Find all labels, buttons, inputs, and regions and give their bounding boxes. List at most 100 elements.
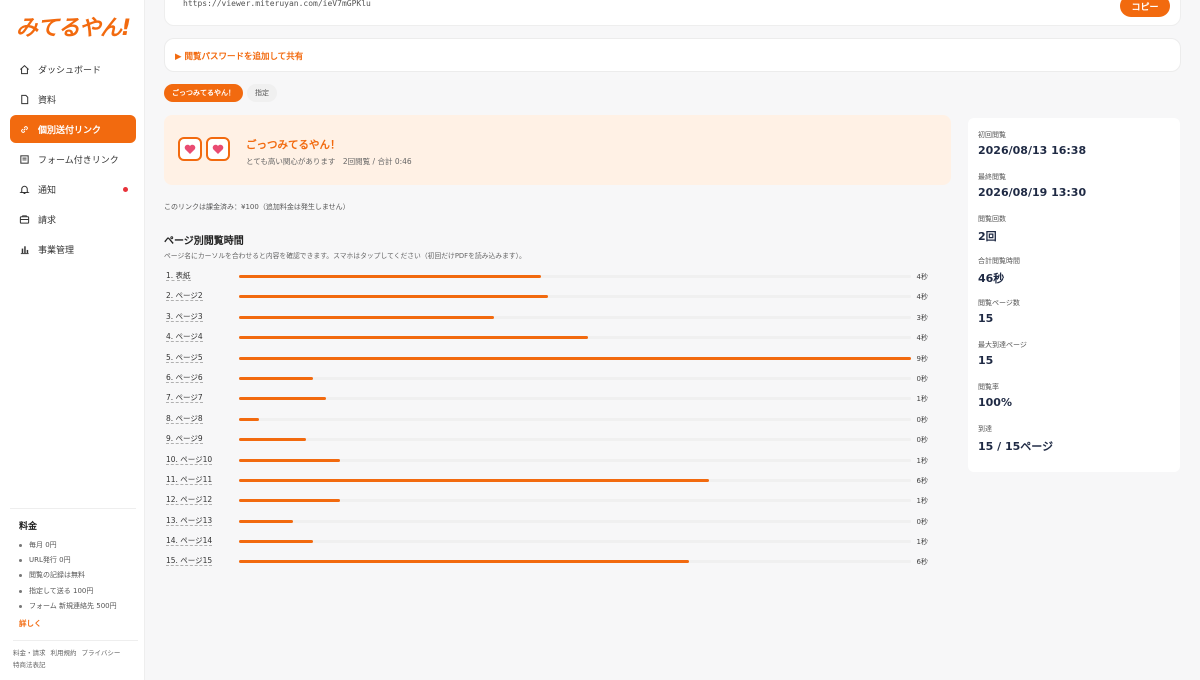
stat-label: 閲覧回数 (978, 215, 1006, 223)
page-time-row: 1. 表紙 4秒 (164, 266, 944, 286)
page-time-row: 4. ページ4 4秒 (164, 327, 944, 347)
page-name-link[interactable]: 14. ページ14 (166, 536, 213, 547)
link-icon (18, 123, 30, 135)
page-time-row: 2. ページ2 4秒 (164, 286, 944, 306)
pricing-panel: 料金 毎月 0円 URL発行 0円 閲覧の記録は無料 指定して送る 100円 フ… (10, 508, 136, 629)
time-bar-track (239, 560, 911, 564)
page-name-link[interactable]: 5. ページ5 (166, 353, 203, 363)
tab-specified[interactable]: 指定 (247, 84, 277, 102)
sidebar-item-5[interactable]: 請求 (10, 205, 136, 233)
time-bar-track (239, 438, 911, 442)
sidebar-item-6[interactable]: 事業管理 (10, 235, 136, 263)
sidebar-item-4[interactable]: 通知 (10, 175, 136, 203)
time-bar-track (239, 499, 911, 503)
time-bar-fill (239, 499, 340, 503)
time-bar-track (239, 540, 911, 544)
time-bar-fill (239, 540, 313, 544)
page-name-link[interactable]: 12. ページ12 (166, 495, 213, 506)
page-time-title: ページ別閲覧時間 (164, 236, 244, 247)
home-icon (18, 63, 30, 75)
page-time-description: ページ名にカーソルを合わせると内容を確認できます。スマホはタップしてください（初… (164, 252, 526, 260)
page-name-link[interactable]: 3. ページ3 (166, 312, 203, 322)
app-logo[interactable]: みてるやん! (16, 10, 131, 42)
stat-item: 合計閲覧時間 46秒 (978, 256, 1020, 286)
time-bar-fill (239, 560, 690, 564)
page-name-link[interactable]: 10. ページ10 (166, 455, 213, 465)
sidebar-item-3[interactable]: フォーム付きリンク (10, 145, 136, 173)
stat-label: 最大到達ページ (978, 341, 1027, 349)
page-time-value: 0秒 (916, 415, 928, 424)
sidebar-item-label: 請求 (38, 215, 57, 226)
time-bar-track (239, 519, 911, 523)
page-time-row: 6. ページ6 0秒 (164, 368, 944, 388)
page-time-value: 4秒 (916, 334, 928, 343)
stat-value: 15 / 15ページ (978, 440, 1054, 453)
stat-item: 最終閲覧 2026/08/19 13:30 (978, 172, 1086, 199)
stat-item: 閲覧ページ数 15 (978, 298, 1020, 325)
document-icon (18, 93, 30, 105)
time-bar-track (239, 376, 911, 380)
footer-link-commerce[interactable]: 特商法表記 (13, 661, 46, 669)
page-time-row: 15. ページ15 6秒 (164, 551, 944, 571)
page-time-value: 0秒 (916, 374, 928, 383)
stat-label: 閲覧率 (978, 383, 999, 391)
page-name-link[interactable]: 9. ページ9 (166, 434, 203, 445)
stat-label: 合計閲覧時間 (978, 257, 1020, 265)
verdict-subtitle: とても高い関心があります 2回閲覧 / 合計 0:46 (246, 157, 412, 166)
page-time-value: 1秒 (916, 456, 928, 465)
sidebar-item-1[interactable]: 資料 (10, 85, 136, 113)
page-time-row: 10. ページ10 1秒 (164, 450, 944, 470)
page-time-value: 1秒 (916, 395, 928, 404)
time-bar-fill (239, 275, 542, 278)
footer-link-privacy[interactable]: プライバシー (82, 649, 121, 657)
pricing-item: フォーム 新規連絡先 500円 (19, 599, 136, 614)
pricing-item: 閲覧の記録は無料 (19, 568, 136, 583)
time-bar-track (239, 275, 911, 278)
time-bar-track (239, 356, 911, 360)
time-bar-track (239, 295, 911, 299)
page-time-list: 1. 表紙 4秒 2. ページ2 4秒 3. ページ3 3秒 4. ページ4 4秒 5. ページ… (164, 266, 944, 572)
footer-link-terms[interactable]: 利用規約 (51, 649, 77, 657)
page-name-link[interactable]: 2. ページ2 (166, 291, 203, 302)
page-time-value: 4秒 (916, 293, 928, 302)
sidebar-nav: ダッシュボード 資料個別送付リンク フォーム付きリンク通知請求事業管理 (10, 55, 136, 265)
page-name-link[interactable]: 6. ページ6 (166, 373, 203, 383)
sidebar-item-0[interactable]: ダッシュボード (10, 55, 136, 83)
stat-label: 最終閲覧 (978, 173, 1006, 181)
page-name-link[interactable]: 8. ページ8 (166, 414, 203, 424)
copy-button[interactable]: コピー (1120, 0, 1170, 17)
share-url[interactable]: https://viewer.miteruyan.com/ieV7mGPKlu (183, 0, 371, 8)
stat-item: 到達 15 / 15ページ (978, 424, 1053, 454)
page-name-link[interactable]: 1. 表紙 (166, 271, 191, 281)
sidebar-item-label: ダッシュボード (38, 65, 102, 76)
page-time-row: 14. ページ14 1秒 (164, 531, 944, 551)
tab-gottsu[interactable]: ごっつみてるやん！ (164, 84, 243, 102)
stat-value: 2026/08/19 13:30 (978, 186, 1087, 199)
password-card[interactable]: ▶ 閲覧パスワードを追加して共有 (164, 38, 1181, 72)
bar-chart-icon (18, 243, 30, 255)
page-time-value: 1秒 (916, 497, 928, 506)
sidebar-item-2[interactable]: 個別送付リンク (10, 115, 136, 143)
time-bar-track (239, 397, 911, 401)
sidebar-item-label: 事業管理 (38, 245, 75, 256)
page-name-link[interactable]: 13. ページ13 (166, 516, 213, 526)
page-name-link[interactable]: 15. ページ15 (166, 556, 213, 567)
page-time-value: 3秒 (916, 313, 928, 322)
time-bar-fill (239, 336, 589, 340)
pricing-details-link[interactable]: 詳しく (19, 618, 136, 629)
sidebar-item-label: 通知 (38, 185, 57, 196)
stat-item: 初回閲覧 2026/08/13 16:38 (978, 130, 1086, 157)
sidebar-item-label: 資料 (38, 95, 57, 106)
time-bar-fill (239, 397, 327, 401)
page-name-link[interactable]: 11. ページ11 (166, 475, 213, 485)
add-password-toggle[interactable]: ▶ 閲覧パスワードを追加して共有 (175, 50, 303, 62)
footer-link-billing[interactable]: 料金・請求 (13, 649, 46, 657)
page-name-link[interactable]: 4. ページ4 (166, 332, 203, 343)
stat-label: 閲覧ページ数 (978, 299, 1020, 307)
share-url-card: https://viewer.miteruyan.com/ieV7mGPKlu … (164, 0, 1181, 26)
verdict-title: ごっつみてるやん！ (246, 139, 341, 151)
time-bar-fill (239, 315, 495, 319)
page-time-value: 0秒 (916, 517, 928, 526)
page-name-link[interactable]: 7. ページ7 (166, 393, 203, 404)
page-time-value: 6秒 (916, 476, 928, 485)
